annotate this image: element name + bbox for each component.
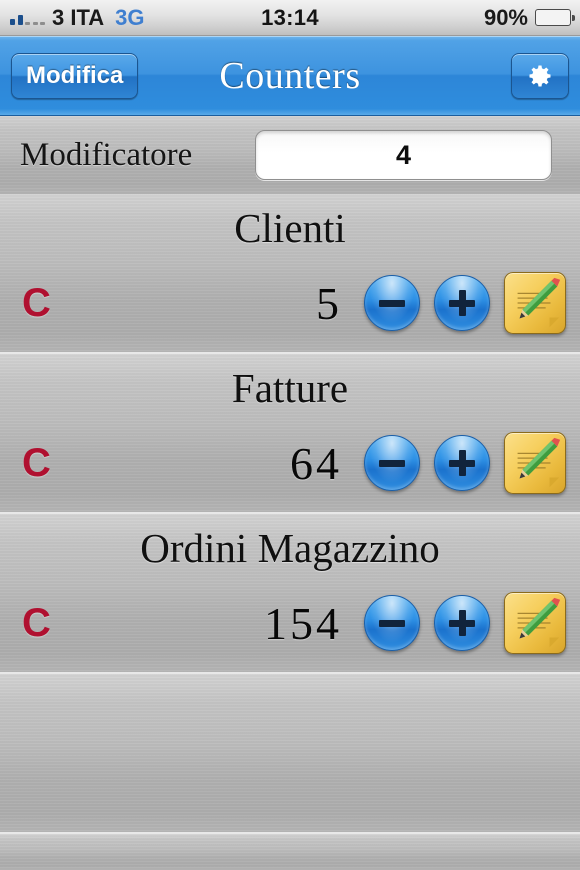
- counter-value: 154: [264, 597, 342, 649]
- counter-value: 5: [316, 277, 342, 329]
- clear-counter-button[interactable]: C: [22, 603, 51, 643]
- edit-button[interactable]: Modifica: [11, 52, 139, 99]
- modifier-row: Modificatore 4: [0, 116, 580, 194]
- note-button[interactable]: [504, 272, 566, 334]
- increment-button[interactable]: [434, 435, 490, 491]
- counters-list: Modificatore 4 Clienti C 5 Fatture C 64 …: [0, 116, 580, 870]
- modifier-label: Modificatore: [20, 136, 193, 173]
- note-pencil-icon: [517, 437, 561, 488]
- minus-icon: [379, 290, 405, 316]
- counter-row: Fatture C 64: [0, 354, 580, 514]
- note-button[interactable]: [504, 432, 566, 494]
- clear-counter-button[interactable]: C: [22, 283, 51, 323]
- counter-value: 64: [290, 437, 342, 489]
- list-tail: [0, 834, 580, 870]
- counter-row: Clienti C 5: [0, 194, 580, 354]
- decrement-button[interactable]: [364, 435, 420, 491]
- clear-counter-button[interactable]: C: [22, 443, 51, 483]
- battery-icon: [535, 9, 575, 26]
- status-bar-right: 90%: [483, 4, 575, 31]
- minus-icon: [379, 610, 405, 636]
- battery-percent-label: 90%: [483, 4, 528, 30]
- settings-button[interactable]: [511, 52, 569, 99]
- gear-icon: [529, 65, 551, 86]
- plus-icon: [449, 610, 475, 636]
- modifier-input[interactable]: 4: [255, 130, 552, 180]
- decrement-button[interactable]: [364, 595, 420, 651]
- app-screen: 3 ITA 3G 13:14 90% Modifica Counters Mod…: [0, 0, 580, 870]
- counter-title: Fatture: [231, 365, 349, 411]
- increment-button[interactable]: [434, 275, 490, 331]
- note-button[interactable]: [504, 592, 566, 654]
- plus-icon: [449, 290, 475, 316]
- navigation-bar: Modifica Counters: [0, 36, 580, 116]
- note-pencil-icon: [517, 277, 561, 328]
- status-bar: 3 ITA 3G 13:14 90%: [0, 0, 580, 36]
- counter-row: Ordini Magazzino C 154: [0, 514, 580, 674]
- minus-icon: [379, 450, 405, 476]
- decrement-button[interactable]: [364, 275, 420, 331]
- note-pencil-icon: [517, 597, 561, 648]
- counter-title: Ordini Magazzino: [140, 525, 440, 571]
- increment-button[interactable]: [434, 595, 490, 651]
- counter-title: Clienti: [234, 205, 346, 251]
- empty-row: [0, 674, 580, 834]
- plus-icon: [449, 450, 475, 476]
